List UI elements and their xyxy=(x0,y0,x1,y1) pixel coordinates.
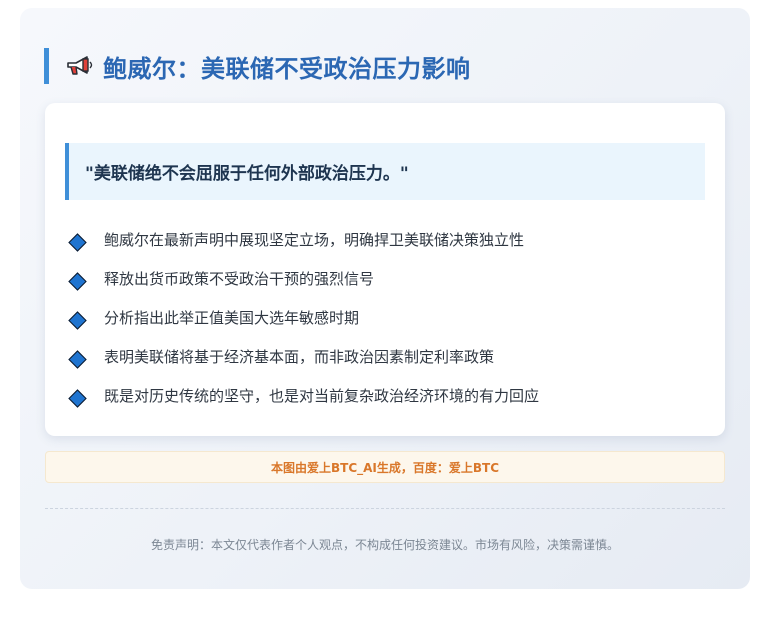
disclaimer-text: 免责声明：本文仅代表作者个人观点，不构成任何投资建议。市场有风险，决策需谨慎。 xyxy=(150,538,619,552)
content-panel: "美联储绝不会屈服于任何外部政治压力。" 鲍威尔在最新声明中展现坚定立场，明确捍… xyxy=(45,103,725,436)
list-item: 鲍威尔在最新声明中展现坚定立场，明确捍卫美联储决策独立性 xyxy=(68,220,539,259)
list-item: 既是对历史传统的坚守，也是对当前复杂政治经济环境的有力回应 xyxy=(68,376,540,415)
point-text: 表明美联储将基于经济基本面，而非政治因素制定利率政策 xyxy=(104,348,495,366)
quote-text: "美联储绝不会屈服于任何外部政治压力。" xyxy=(85,164,409,184)
title-bar: 鲍威尔：美联储不受政治压力影响 xyxy=(44,48,471,84)
key-points-list: 鲍威尔在最新声明中展现坚定立场，明确捍卫美联储决策独立性 释放出货币政策不受政治… xyxy=(68,220,540,415)
footer-divider xyxy=(45,508,725,509)
diamond-bullet-icon xyxy=(68,272,87,291)
quote-block: "美联储绝不会屈服于任何外部政治压力。" xyxy=(65,143,705,200)
list-item: 分析指出此举正值美国大选年敏感时期 xyxy=(68,298,539,337)
point-text: 分析指出此举正值美国大选年敏感时期 xyxy=(104,309,360,327)
point-text: 既是对历史传统的坚守，也是对当前复杂政治经济环境的有力回应 xyxy=(104,387,540,405)
list-item: 表明美联储将基于经济基本面，而非政治因素制定利率政策 xyxy=(68,337,539,376)
diamond-bullet-icon xyxy=(68,389,87,408)
diamond-bullet-icon xyxy=(68,311,87,330)
megaphone-icon xyxy=(65,54,95,78)
list-item: 释放出货币政策不受政治干预的强烈信号 xyxy=(68,259,539,298)
point-text: 鲍威尔在最新声明中展现坚定立场，明确捍卫美联储决策独立性 xyxy=(104,231,525,249)
diamond-bullet-icon xyxy=(68,233,87,252)
announcement-card: 鲍威尔：美联储不受政治压力影响 "美联储绝不会屈服于任何外部政治压力。" 鲍威尔… xyxy=(20,8,750,589)
point-text: 释放出货币政策不受政治干预的强烈信号 xyxy=(104,270,375,288)
credit-text: 本图由爱上BTC_AI生成，百度：爱上BTC xyxy=(270,460,500,475)
credit-banner: 本图由爱上BTC_AI生成，百度：爱上BTC xyxy=(45,451,725,483)
page-title: 鲍威尔：美联储不受政治压力影响 xyxy=(103,54,471,83)
diamond-bullet-icon xyxy=(68,350,87,369)
